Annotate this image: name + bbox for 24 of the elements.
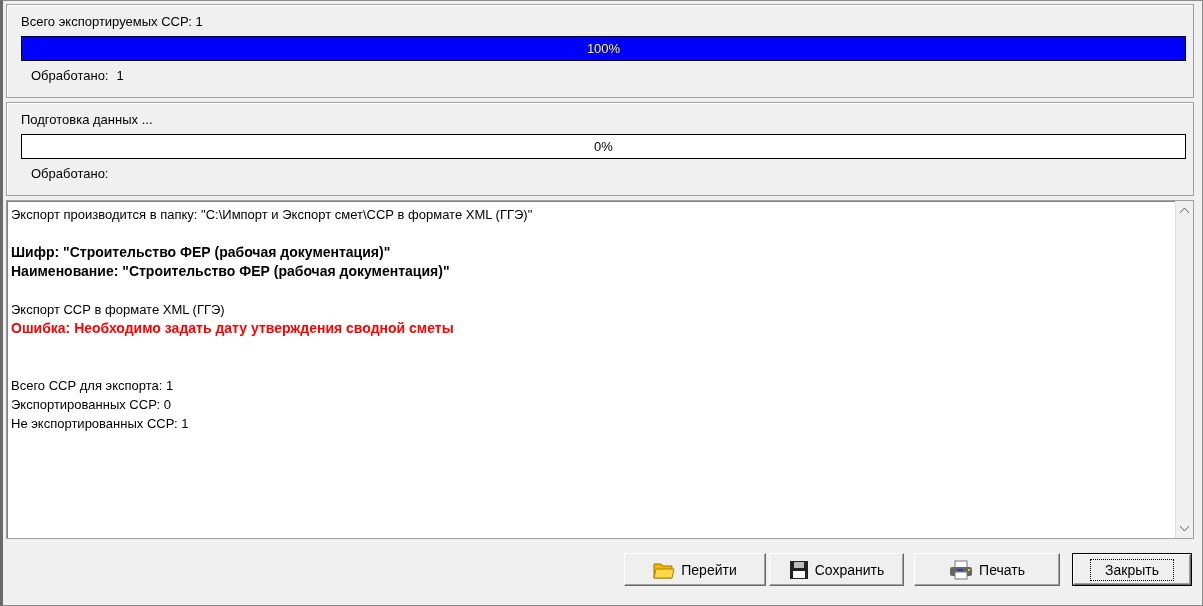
dialog-button[interactable]: Сохранить (769, 553, 904, 586)
processed-label: Обработано: (31, 67, 109, 85)
progress-reading: 100% (586, 40, 621, 57)
dialog-button[interactable]: Закрыть (1072, 553, 1192, 586)
log-line: Экспортированных ССР: 0 (11, 396, 171, 414)
progress-title: Подготовка данных ... (21, 111, 153, 129)
printer-icon (949, 559, 974, 580)
log-line: Всего ССР для экспорта: 1 (11, 377, 174, 395)
processed-label: Обработано: (31, 165, 109, 183)
progress-reading: 0% (594, 138, 613, 155)
processed-value: 1 (116, 67, 124, 85)
scroll-up-icon[interactable] (1180, 207, 1189, 213)
dialog-button[interactable]: Перейти (624, 553, 766, 586)
log-line: Наименование: "Строительство ФЕР (рабочая документация)" (11, 262, 450, 281)
progress-title: Всего экспортируемых ССР: 1 (21, 13, 203, 31)
scroll-down-icon[interactable] (1180, 526, 1189, 532)
folder-icon (653, 560, 676, 579)
error-message: Ошибка: Необходимо задать дату утверждения сводной сметы (11, 319, 454, 338)
log-line: Экспорт ССР в формате XML (ГГЭ) (11, 301, 225, 319)
log-line: Не экспортированных ССР: 1 (11, 415, 189, 433)
log-line: Шифр: "Строительство ФЕР (рабочая документация)" (11, 243, 391, 262)
log-line: Экспорт производится в папку: "C:\Импорт и Экспорт смет\ССР в формате XML (ГГЭ)" (11, 206, 533, 224)
scrollbar[interactable] (1175, 201, 1193, 538)
dialog-button[interactable]: Печать (914, 553, 1060, 586)
